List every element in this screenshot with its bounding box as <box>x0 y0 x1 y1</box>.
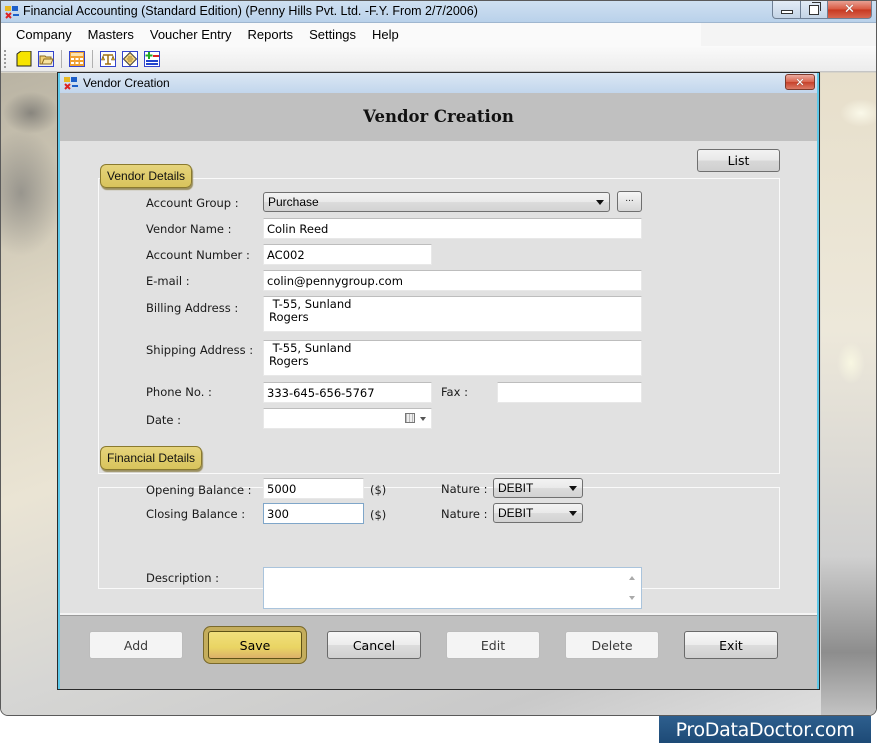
ledger-icon <box>122 50 138 67</box>
billing-address-input[interactable]: T-55, Sunland Rogers <box>263 296 642 332</box>
scroll-up-icon[interactable] <box>629 576 635 580</box>
app-logo-icon <box>63 75 79 91</box>
page-title: Vendor Creation <box>363 107 514 126</box>
new-document-icon <box>16 50 32 66</box>
billing-address-label: Billing Address : <box>146 301 239 315</box>
toolbar-calculator-button[interactable] <box>68 50 86 68</box>
opening-nature-value: DEBIT <box>498 481 534 495</box>
vendor-details-label: Vendor Details <box>100 164 193 188</box>
opening-balance-unit: ($) <box>370 483 387 497</box>
financial-details-label: Financial Details <box>100 446 203 470</box>
restore-button[interactable] <box>801 1 828 19</box>
cancel-button[interactable]: Cancel <box>327 631 421 659</box>
chevron-down-icon <box>569 511 577 516</box>
menu-company[interactable]: Company <box>8 27 80 42</box>
delete-button[interactable]: Delete <box>565 631 659 659</box>
edit-button[interactable]: Edit <box>446 631 540 659</box>
closing-nature-select[interactable]: DEBIT <box>493 503 583 523</box>
menu-voucher-entry[interactable]: Voucher Entry <box>142 27 240 42</box>
menu-masters[interactable]: Masters <box>80 27 142 42</box>
description-input[interactable] <box>263 567 642 609</box>
minimize-icon <box>780 9 793 14</box>
vendor-name-input[interactable]: Colin Reed <box>263 218 642 239</box>
list-button[interactable]: List <box>697 149 780 172</box>
date-label: Date : <box>146 413 182 427</box>
toolbar-grip[interactable] <box>4 49 7 68</box>
desktop-background-image-right <box>821 73 876 715</box>
form-area: List Vendor Details Account Group : Purc… <box>60 141 817 613</box>
brand-watermark: ProDataDoctor.com <box>659 716 871 743</box>
exit-button[interactable]: Exit <box>684 631 778 659</box>
account-group-browse-button[interactable]: ... <box>617 191 642 212</box>
toolbar-separator <box>61 49 62 68</box>
restore-icon <box>809 1 821 15</box>
closing-balance-input[interactable]: 300 <box>263 503 364 524</box>
save-button[interactable]: Save <box>208 631 302 659</box>
app-logo-icon <box>4 4 20 20</box>
toolbar-separator <box>92 49 93 68</box>
account-group-value: Purchase <box>268 195 319 209</box>
fax-input[interactable] <box>497 382 642 403</box>
closing-nature-value: DEBIT <box>498 506 534 520</box>
chevron-down-icon <box>569 486 577 491</box>
chevron-down-icon <box>596 200 604 205</box>
menubar-filler <box>701 23 876 46</box>
action-button-bar: Add Save Cancel Edit Delete Exit <box>60 615 817 689</box>
closing-balance-unit: ($) <box>370 508 387 522</box>
phone-label: Phone No. : <box>146 385 212 399</box>
fax-label: Fax : <box>441 385 468 399</box>
shipping-address-label: Shipping Address : <box>146 343 254 357</box>
account-number-label: Account Number : <box>146 248 250 262</box>
account-number-input[interactable]: AC002 <box>263 244 432 265</box>
app-window: Financial Accounting (Standard Edition) … <box>0 0 877 716</box>
child-close-button[interactable]: ✕ <box>785 74 815 90</box>
vendor-name-label: Vendor Name : <box>146 222 232 236</box>
app-titlebar: Financial Accounting (Standard Edition) … <box>1 1 876 23</box>
toolbar-open-button[interactable] <box>37 50 55 68</box>
app-title: Financial Accounting (Standard Edition) … <box>23 4 478 18</box>
email-input[interactable]: colin@pennygroup.com <box>263 270 642 291</box>
minimize-button[interactable] <box>772 1 801 19</box>
calendar-icon[interactable] <box>405 413 415 423</box>
toolbar-new-button[interactable] <box>15 50 33 68</box>
toolbar <box>1 46 876 72</box>
scroll-down-icon[interactable] <box>629 596 635 600</box>
menu-help[interactable]: Help <box>364 27 407 42</box>
close-icon: ✕ <box>795 75 805 89</box>
opening-nature-select[interactable]: DEBIT <box>493 478 583 498</box>
menu-settings[interactable]: Settings <box>301 27 364 42</box>
account-group-label: Account Group : <box>146 196 239 210</box>
heading-band: Vendor Creation <box>60 93 817 141</box>
chevron-down-icon[interactable] <box>420 417 426 421</box>
description-scrollbar[interactable] <box>625 568 641 608</box>
toolbar-balance-button[interactable] <box>99 50 117 68</box>
close-icon: ✕ <box>844 2 855 17</box>
child-titlebar: Vendor Creation ✕ <box>60 73 817 93</box>
close-button[interactable]: ✕ <box>828 1 872 19</box>
toolbar-ledger-button[interactable] <box>121 50 139 68</box>
toolbar-add-entry-button[interactable] <box>143 50 161 68</box>
balance-scale-icon <box>100 50 116 67</box>
closing-nature-label: Nature : <box>441 507 488 521</box>
closing-balance-label: Closing Balance : <box>146 507 246 521</box>
date-picker[interactable]: 2/ 7/2006 <box>263 408 432 429</box>
phone-input[interactable]: 333-645-656-5767 <box>263 382 432 403</box>
opening-nature-label: Nature : <box>441 482 488 496</box>
add-entry-icon <box>144 50 160 67</box>
email-label: E-mail : <box>146 274 190 288</box>
window-controls: ✕ <box>772 1 872 19</box>
date-value: 2/ 7/2006 <box>296 426 359 428</box>
menubar: Company Masters Voucher Entry Reports Se… <box>1 23 701 46</box>
opening-balance-input[interactable]: 5000 <box>263 478 364 499</box>
shipping-address-input[interactable]: T-55, Sunland Rogers <box>263 340 642 376</box>
opening-balance-label: Opening Balance : <box>146 483 252 497</box>
account-group-select[interactable]: Purchase <box>263 192 610 212</box>
vendor-creation-window: Vendor Creation ✕ Vendor Creation List V… <box>57 72 820 690</box>
description-label: Description : <box>146 571 220 585</box>
child-window-title: Vendor Creation <box>83 76 170 90</box>
add-button[interactable]: Add <box>89 631 183 659</box>
calculator-icon <box>69 50 85 67</box>
menu-reports[interactable]: Reports <box>240 27 302 42</box>
open-folder-icon <box>38 50 54 67</box>
